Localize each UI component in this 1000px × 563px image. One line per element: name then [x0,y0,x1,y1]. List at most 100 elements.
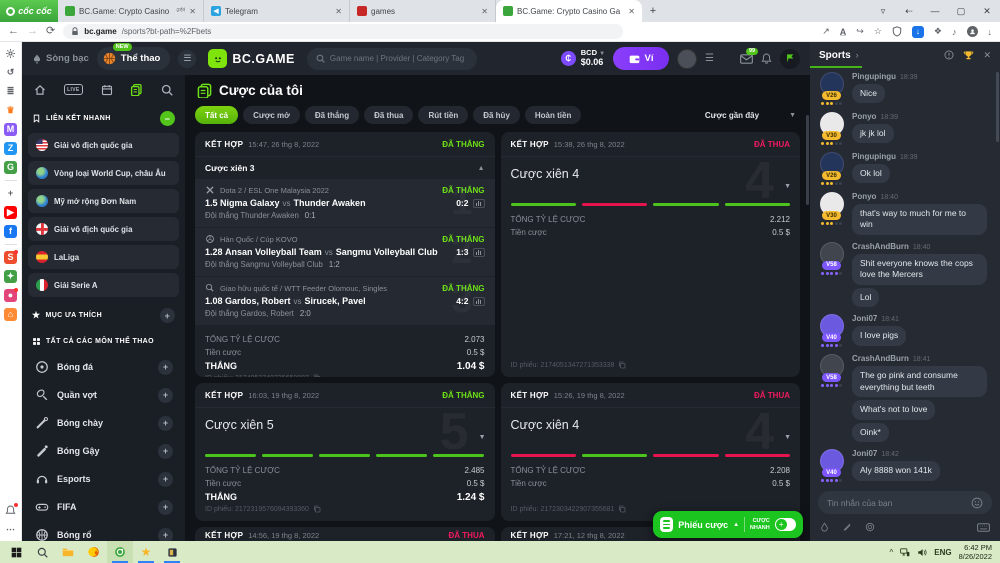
bet-fold-toggle[interactable]: Cược xiên 3▲ [195,157,495,179]
coin-flip-icon[interactable] [865,522,875,532]
app-window-icon[interactable] [159,541,185,563]
betslip-button[interactable]: Phiếu cược ▲ CƯỢCNHANH + [653,511,803,538]
expand-sport-button[interactable]: + [158,500,173,515]
chat-username[interactable]: Ponyo18:39 [852,112,898,121]
sidebar-sport-fifa[interactable]: FIFA+ [28,493,179,521]
quick-link-item[interactable]: Vòng loại World Cup, châu Âu [28,161,179,185]
expand-sport-button[interactable]: + [158,528,173,542]
profile-avatar-icon[interactable] [967,26,978,37]
notification-bell-icon[interactable] [4,504,17,517]
expand-sport-button[interactable]: + [158,388,173,403]
share-icon[interactable]: ↪ [856,26,864,37]
browser-tab[interactable]: BC.Game: Crypto Casino Ga✕ [496,0,642,22]
browser-tab[interactable]: games✕ [350,0,496,22]
expand-sport-button[interactable]: + [158,416,173,431]
chat-username[interactable]: Pingupingu18:39 [852,152,918,161]
sort-dropdown[interactable]: Cược gần đây▼ [705,111,800,120]
currency-selector[interactable]: ₵ BCD ▼ $0.06 [561,49,605,67]
coccoc-menu-button[interactable]: cốc cốc [0,0,58,22]
bookmark-star-icon[interactable]: ☆ [874,26,882,37]
mail-icon[interactable]: 99 [740,54,753,64]
extensions-icon[interactable]: ❖ [934,26,942,37]
trophy-icon[interactable] [963,50,974,61]
chat-username[interactable]: Pingupingu18:39 [852,72,918,81]
filter-pill[interactable]: Đã thua [364,106,413,124]
tab-close-icon[interactable]: ✕ [335,7,342,16]
account-menu-icon[interactable]: ☰ [705,54,714,64]
language-indicator[interactable]: ENG [934,548,951,557]
shopee-icon[interactable]: S [4,251,17,264]
volume-icon[interactable] [917,548,927,557]
open-external-icon[interactable]: ↗ [822,26,830,37]
quill-icon[interactable] [842,522,852,532]
sidebar-sport-esports[interactable]: Esports+ [28,465,179,493]
facebook-icon[interactable]: f [4,225,17,238]
sidebar-sport-tennis[interactable]: Quần vợt+ [28,381,179,409]
chat-message-input[interactable]: Tin nhắn của bạn [818,491,992,514]
crown-icon[interactable]: ♛ [4,104,17,117]
rain-tip-icon[interactable] [820,522,829,533]
active-download-icon[interactable]: ↓ [912,26,924,38]
copy-icon[interactable] [618,505,626,513]
filter-pill[interactable]: Cược mở [243,106,300,124]
collapse-quick-links-button[interactable]: − [160,111,175,126]
browser-tab[interactable]: BC.Game: Crypto Casino🕬✕ [58,0,204,22]
casino-nav-item[interactable]: Sòng bạc [32,53,89,64]
user-avatar[interactable] [677,49,697,69]
quick-link-item[interactable]: LaLiga [28,245,179,269]
firefox-icon[interactable] [81,541,107,563]
close-button[interactable]: ✕ [974,6,1000,17]
quick-link-item[interactable]: Mỹ mở rộng Đơn Nam [28,189,179,213]
stats-icon[interactable] [473,248,485,257]
chat-toggle-button[interactable] [780,49,800,69]
coccoc-taskbar-icon[interactable] [107,541,133,563]
tab-audio-icon[interactable]: 🕬 [176,6,185,17]
forward-button[interactable]: → [27,26,38,37]
copy-icon[interactable] [313,374,321,377]
promo-icon[interactable]: ● [4,289,17,302]
copy-icon[interactable] [618,361,626,369]
cart-icon[interactable]: ⌂ [4,308,17,321]
taskbar-clock[interactable]: 6:42 PM8/26/2022 [959,543,992,562]
bell-icon[interactable] [761,53,772,64]
tab-search-icon[interactable]: ▿ [870,6,896,17]
more-icon[interactable]: ⋯ [4,523,17,536]
filter-pill[interactable]: Đã thắng [305,106,359,124]
back-button[interactable]: ← [8,26,19,37]
media-icon[interactable]: ♪ [952,27,957,37]
tray-expand-icon[interactable]: ^ [890,548,894,557]
wallet-button[interactable]: Ví [613,47,669,70]
taskbar-search-icon[interactable] [29,541,55,563]
sidebar-search-icon[interactable] [161,84,173,96]
network-icon[interactable] [900,548,910,557]
youtube-icon[interactable]: ▶ [4,206,17,219]
send-to-device-icon[interactable]: ⇠ [896,6,922,17]
schedule-tab-icon[interactable] [101,84,113,96]
expand-sport-button[interactable]: + [158,360,173,375]
tab-close-icon[interactable]: ✕ [628,7,635,16]
close-chat-icon[interactable]: ✕ [983,50,991,61]
history-icon[interactable]: ↺ [4,66,17,79]
messenger-icon[interactable]: M [4,123,17,136]
start-button[interactable] [3,541,29,563]
tab-close-icon[interactable]: ✕ [481,7,488,16]
chat-username[interactable]: Joni0718:41 [852,314,899,323]
filter-pill[interactable]: Rút tiền [418,106,468,124]
chat-username[interactable]: CrashAndBurn18:41 [852,354,930,363]
sidebar-sport-baseball[interactable]: Bóng chày+ [28,409,179,437]
reading-list-icon[interactable]: ≣ [4,85,17,98]
reload-button[interactable]: ⟳ [46,26,55,37]
games-icon[interactable]: G [4,161,17,174]
minimize-button[interactable]: — [922,6,948,16]
home-tab-icon[interactable] [34,84,46,96]
chat-username[interactable]: Joni0718:42 [852,449,899,458]
maximize-button[interactable]: ▢ [948,6,974,17]
bookmarks-app-icon[interactable]: ★ [133,541,159,563]
site-logo[interactable]: BC.GAME [208,49,295,68]
chat-username[interactable]: CrashAndBurn18:40 [852,242,930,251]
url-bar[interactable]: bc.game/sports?bt-path=%2Fbets [63,24,623,39]
filter-pill[interactable]: Hoàn tiền [525,106,581,124]
sidebar-sport-cricket[interactable]: Bóng Gậy+ [28,437,179,465]
main-scrollbar[interactable] [806,115,809,205]
quick-link-item[interactable]: Giải vô địch quốc gia [28,133,179,157]
